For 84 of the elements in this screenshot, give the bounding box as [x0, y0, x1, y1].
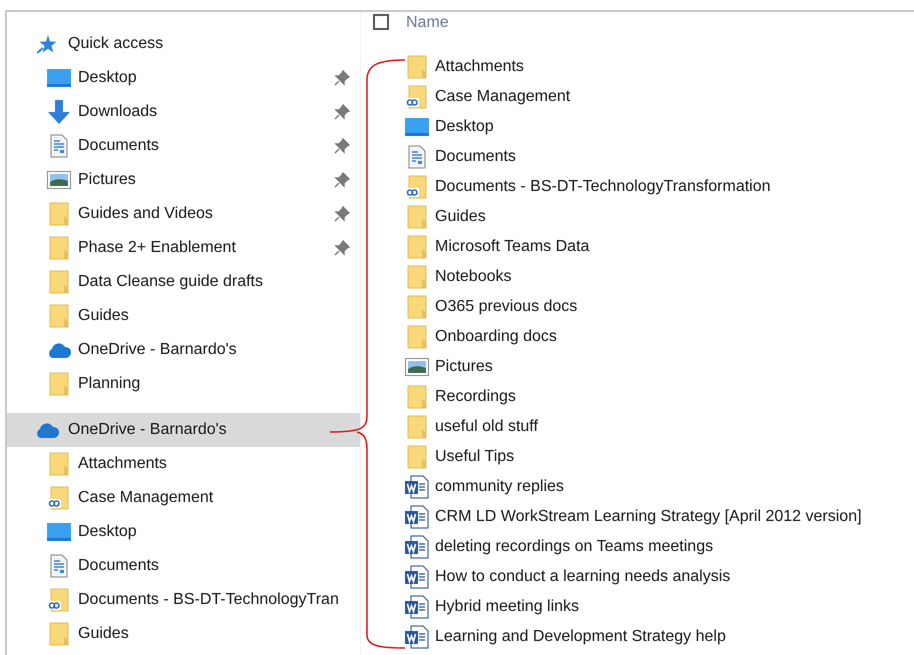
select-all-checkbox[interactable] [373, 14, 389, 30]
file-row[interactable]: Useful Tips [361, 442, 914, 472]
file-row[interactable]: Desktop [361, 112, 914, 142]
nav-section-header[interactable]: Quick access [7, 27, 360, 61]
document-icon [50, 554, 68, 578]
file-row[interactable]: Onboarding docs [361, 322, 914, 352]
cloud-icon [35, 422, 59, 438]
pin-icon[interactable] [334, 172, 350, 188]
pin-icon[interactable] [334, 206, 350, 222]
folder-icon [49, 270, 69, 294]
document-icon [408, 145, 426, 169]
folder-icon [407, 295, 427, 319]
word-document-icon [405, 595, 429, 619]
folder-icon [407, 265, 427, 289]
nav-item[interactable]: Case Management [7, 481, 360, 515]
download-icon [48, 100, 70, 124]
picture-icon [405, 358, 429, 376]
nav-item[interactable]: Guides [7, 299, 360, 333]
folder-icon [49, 202, 69, 226]
file-row[interactable]: deleting recordings on Teams meetings [361, 532, 914, 562]
star-icon [37, 34, 57, 54]
folder-icon [49, 622, 69, 646]
cloud-icon [47, 342, 71, 358]
nav-item[interactable]: Downloads [7, 95, 360, 129]
folder-icon [407, 415, 427, 439]
word-document-icon [405, 475, 429, 499]
file-row[interactable]: Notebooks [361, 262, 914, 292]
pin-icon[interactable] [334, 138, 350, 154]
pin-icon[interactable] [334, 104, 350, 120]
file-row[interactable]: Hybrid meeting links [361, 592, 914, 622]
pin-icon[interactable] [334, 240, 350, 256]
monitor-icon [47, 523, 71, 541]
nav-item[interactable]: Planning [7, 367, 360, 401]
name-column-header[interactable]: Name [406, 11, 449, 35]
folder-icon [49, 304, 69, 328]
folder-icon [407, 55, 427, 79]
file-row[interactable]: Recordings [361, 382, 914, 412]
file-row[interactable]: Attachments [361, 52, 914, 82]
linked-folder-icon [406, 175, 428, 199]
nav-item[interactable]: Phase 2+ Enablement [7, 231, 360, 265]
word-document-icon [405, 565, 429, 589]
nav-item[interactable]: Data Cleanse guide drafts [7, 265, 360, 299]
linked-folder-icon [48, 588, 70, 612]
nav-item[interactable]: Desktop [7, 515, 360, 549]
linked-folder-icon [48, 486, 70, 510]
nav-item[interactable]: Desktop [7, 61, 360, 95]
nav-item[interactable]: Documents - BS-DT-TechnologyTran [7, 583, 360, 617]
picture-icon [47, 171, 71, 189]
file-row[interactable]: Guides [361, 202, 914, 232]
nav-item[interactable]: Guides [7, 617, 360, 651]
file-row[interactable]: Microsoft Teams Data [361, 232, 914, 262]
word-document-icon [405, 535, 429, 559]
nav-item[interactable]: Guides and Videos [7, 197, 360, 231]
folder-icon [407, 385, 427, 409]
nav-item[interactable]: OneDrive - Barnardo's [7, 333, 360, 367]
file-row[interactable]: Documents [361, 142, 914, 172]
file-row[interactable]: O365 previous docs [361, 292, 914, 322]
file-row[interactable]: How to conduct a learning needs analysis [361, 562, 914, 592]
file-row[interactable]: Case Management [361, 82, 914, 112]
nav-item[interactable]: Documents [7, 129, 360, 163]
file-row[interactable]: community replies [361, 472, 914, 502]
folder-icon [407, 235, 427, 259]
nav-section-header[interactable]: OneDrive - Barnardo's [7, 413, 360, 447]
folder-icon [49, 372, 69, 396]
file-row[interactable]: useful old stuff [361, 412, 914, 442]
pin-icon[interactable] [334, 70, 350, 86]
folder-icon [49, 236, 69, 260]
linked-folder-icon [406, 85, 428, 109]
file-row[interactable]: CRM LD WorkStream Learning Strategy [April 2012 version] [361, 502, 914, 532]
word-document-icon [405, 505, 429, 529]
monitor-icon [405, 118, 429, 136]
word-document-icon [405, 625, 429, 649]
nav-item[interactable]: Documents [7, 549, 360, 583]
monitor-icon [47, 69, 71, 87]
folder-icon [49, 452, 69, 476]
file-row[interactable]: Documents - BS-DT-TechnologyTransformation [361, 172, 914, 202]
folder-icon [407, 325, 427, 349]
nav-item[interactable]: Attachments [7, 447, 360, 481]
file-row[interactable]: Learning and Development Strategy help [361, 622, 914, 652]
folder-icon [407, 205, 427, 229]
nav-item[interactable]: Pictures [7, 163, 360, 197]
file-row[interactable]: Pictures [361, 352, 914, 382]
folder-icon [407, 445, 427, 469]
document-icon [50, 134, 68, 158]
